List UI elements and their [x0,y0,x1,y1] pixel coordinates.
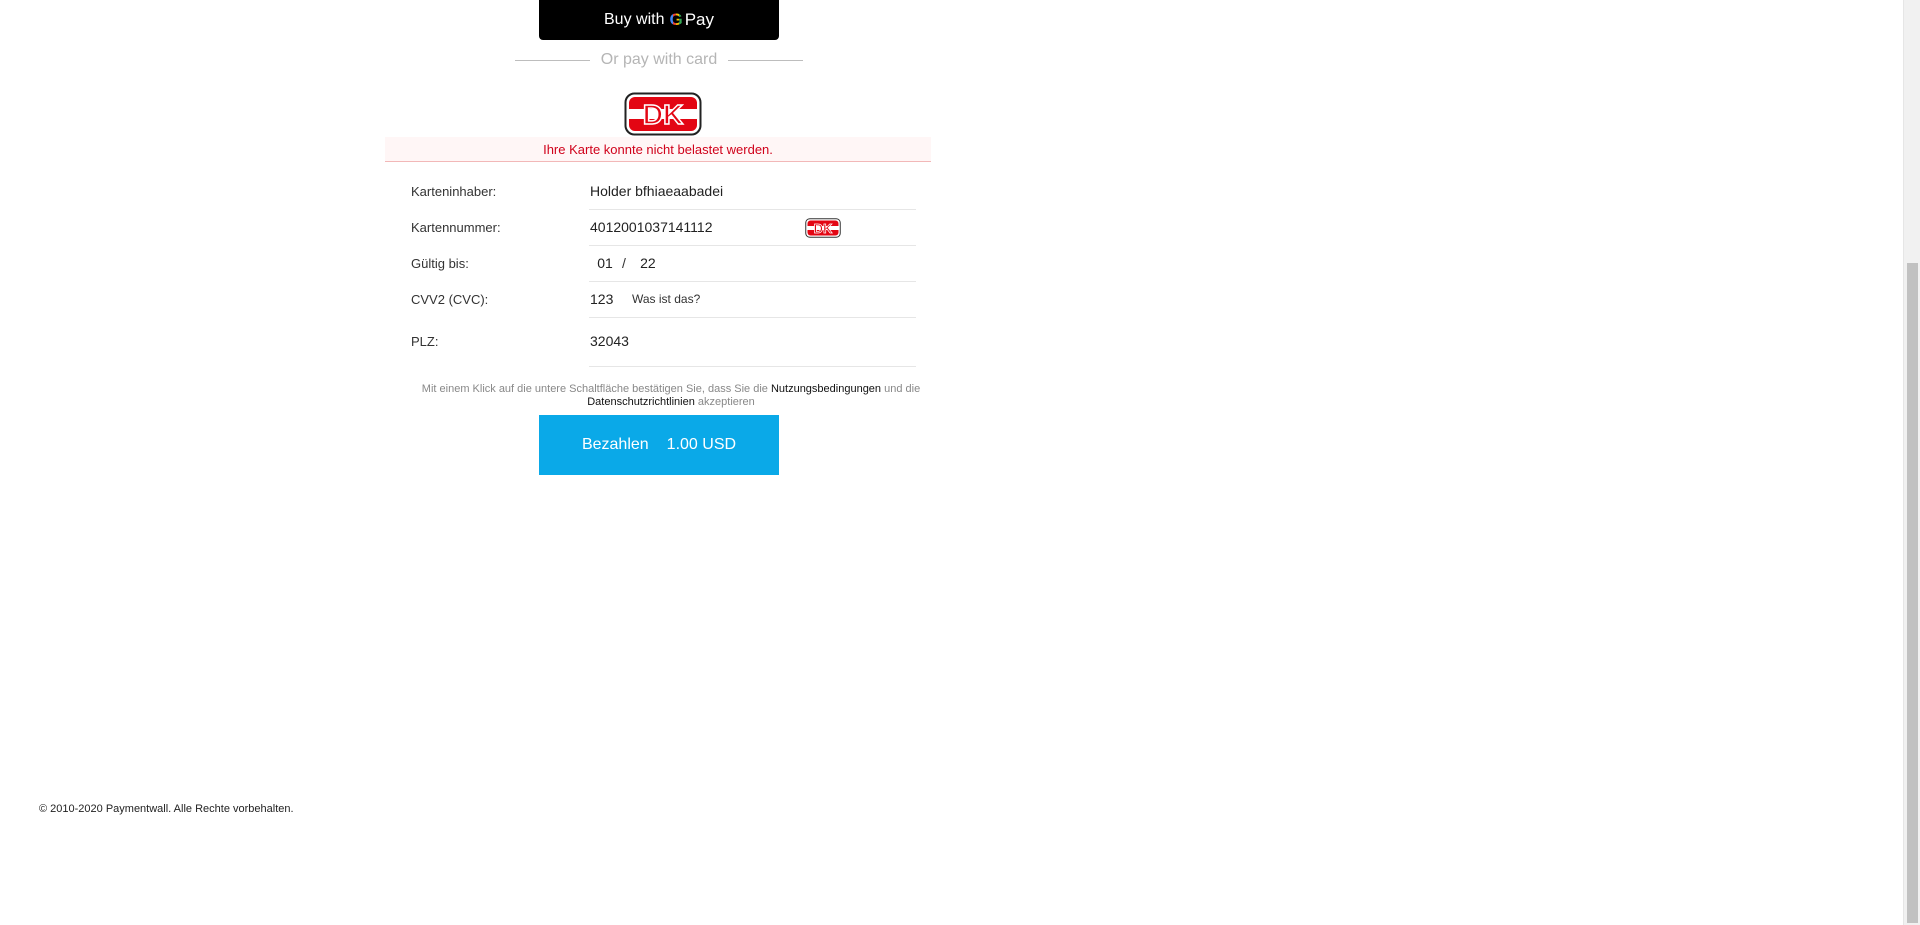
holder-label: Karteninhaber: [411,183,497,199]
divider-text: Or pay with card [600,51,718,68]
payment-page: Buy with G Pay Or pay with card DK Ihre … [0,0,1920,925]
holder-field-wrap [589,173,916,210]
cvv-row: CVV2 (CVC): Was ist das? [411,281,916,318]
zip-input[interactable] [589,333,790,349]
expiry-separator: / [622,254,626,271]
gpay-pay-text: Pay [684,10,714,29]
pay-button-amount: 1.00 USD [666,436,737,453]
card-form: Karteninhaber: Kartennummer: DK [411,173,916,367]
dankort-logo-icon: DK [624,92,702,136]
terms-suffix: akzeptieren [697,396,755,408]
holder-row: Karteninhaber: [411,173,916,210]
zip-row: PLZ: [411,317,916,367]
footer-copyright: © 2010-2020 Paymentwall. Alle Rechte vor… [39,803,294,815]
google-pay-button[interactable]: Buy with G Pay [539,0,779,40]
expiry-month-input[interactable] [589,254,620,271]
card-number-input[interactable] [589,218,790,235]
privacy-policy-link[interactable]: Datenschutzrichtlinien [587,396,695,408]
dankort-card-type-icon: DK [805,217,841,238]
pay-button[interactable]: Bezahlen 1.00 USD [539,415,779,475]
cvv-help-link[interactable]: Was ist das? [632,292,700,306]
divider-line-right [728,59,804,61]
expiry-label: Gültig bis: [411,255,469,271]
expiry-year-input[interactable] [631,254,663,271]
zip-label: PLZ: [411,334,439,349]
or-pay-with-card-divider: Or pay with card [515,50,804,70]
number-field-wrap: DK [589,209,916,246]
number-row: Kartennummer: DK [411,209,916,246]
gpay-buy-with-text: Buy with [604,11,665,28]
expiry-row: Gültig bis: / [411,245,916,282]
card-holder-input[interactable] [589,182,790,199]
cvv-label: CVV2 (CVC): [411,291,489,307]
error-message: Ihre Karte konnte nicht belastet werden. [385,137,931,162]
terms-prefix: Mit einem Klick auf die untere Schaltflä… [421,383,768,395]
dankort-logo-text: DK [643,99,683,130]
terms-of-use-link[interactable]: Nutzungsbedingungen [771,383,881,395]
number-label: Kartennummer: [411,219,501,235]
dankort-small-text: DK [814,221,833,236]
scrollbar-thumb[interactable] [1907,263,1918,923]
cvv-field-wrap: Was ist das? [589,281,916,318]
vertical-scrollbar[interactable] [1903,0,1920,925]
terms-notice: Mit einem Klick auf die untere Schaltflä… [411,383,931,409]
cvv-input[interactable] [589,290,624,307]
zip-field-wrap [589,317,916,367]
google-g-icon: G [669,10,683,29]
pay-button-label: Bezahlen [581,436,649,453]
divider-line-left [515,59,590,61]
expiry-field-wrap: / [589,245,916,282]
terms-middle: und die [884,383,921,395]
